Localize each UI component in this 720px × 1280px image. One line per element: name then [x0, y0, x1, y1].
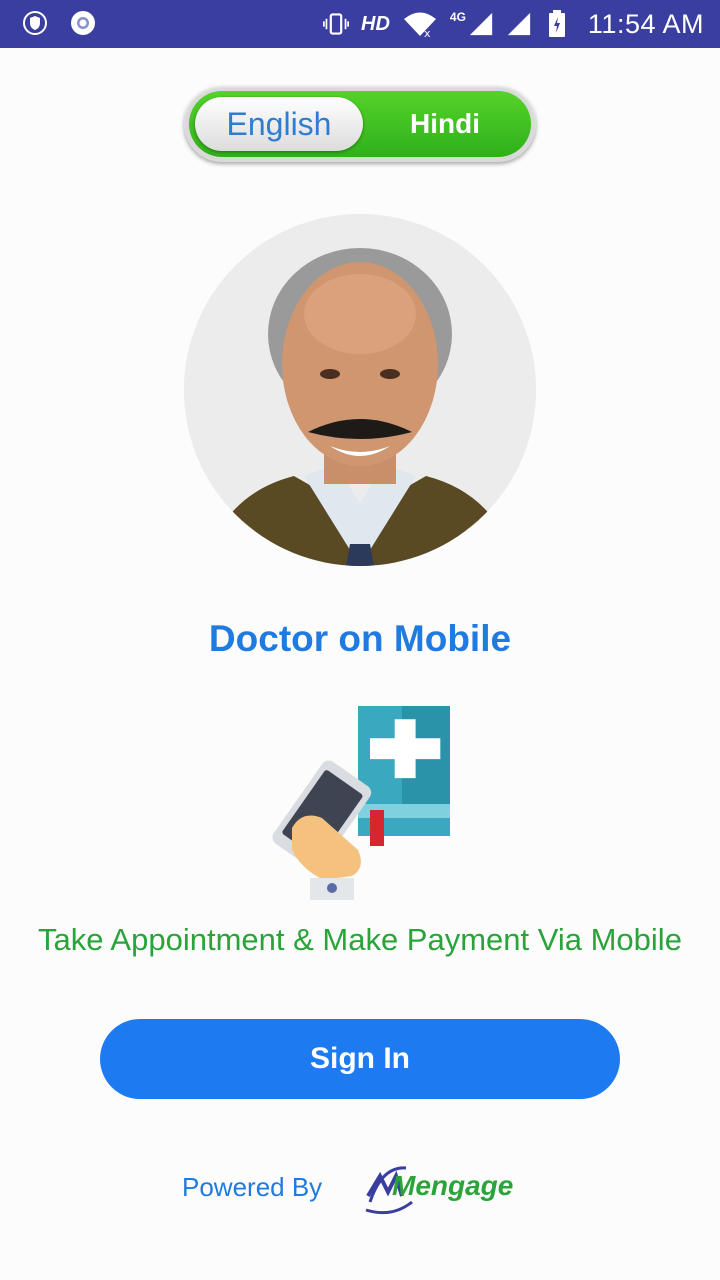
- chrome-icon: [70, 10, 96, 36]
- language-option-hindi[interactable]: Hindi: [375, 91, 515, 157]
- signal-icon: [468, 11, 494, 37]
- svg-text:x: x: [424, 27, 431, 38]
- network-gen-label: 4G: [449, 10, 466, 24]
- vibrate-icon: [323, 11, 350, 37]
- network-type-label: HD: [361, 12, 390, 35]
- powered-by-label: Powered By: [182, 1172, 323, 1202]
- language-toggle[interactable]: English Hindi: [184, 86, 536, 162]
- tagline: Take Appointment & Make Payment Via Mobi…: [38, 922, 682, 957]
- doctor-avatar: [184, 214, 536, 566]
- language-toggle-track[interactable]: English Hindi: [189, 91, 531, 157]
- wifi-icon: x: [402, 11, 438, 38]
- sign-in-button[interactable]: Sign In: [100, 1019, 620, 1099]
- language-option-english[interactable]: English: [195, 97, 363, 151]
- app-title: Doctor on Mobile: [208, 618, 512, 659]
- shield-icon: [22, 10, 48, 36]
- brand-name: Mengage: [392, 1170, 514, 1201]
- battery-icon: [544, 10, 570, 37]
- signal-icon-2: [506, 11, 532, 37]
- mobile-medical-illustration: [262, 700, 458, 904]
- status-bar: HD x 4G 11:54 AM: [0, 0, 720, 48]
- clock: 11:54 AM: [587, 8, 704, 39]
